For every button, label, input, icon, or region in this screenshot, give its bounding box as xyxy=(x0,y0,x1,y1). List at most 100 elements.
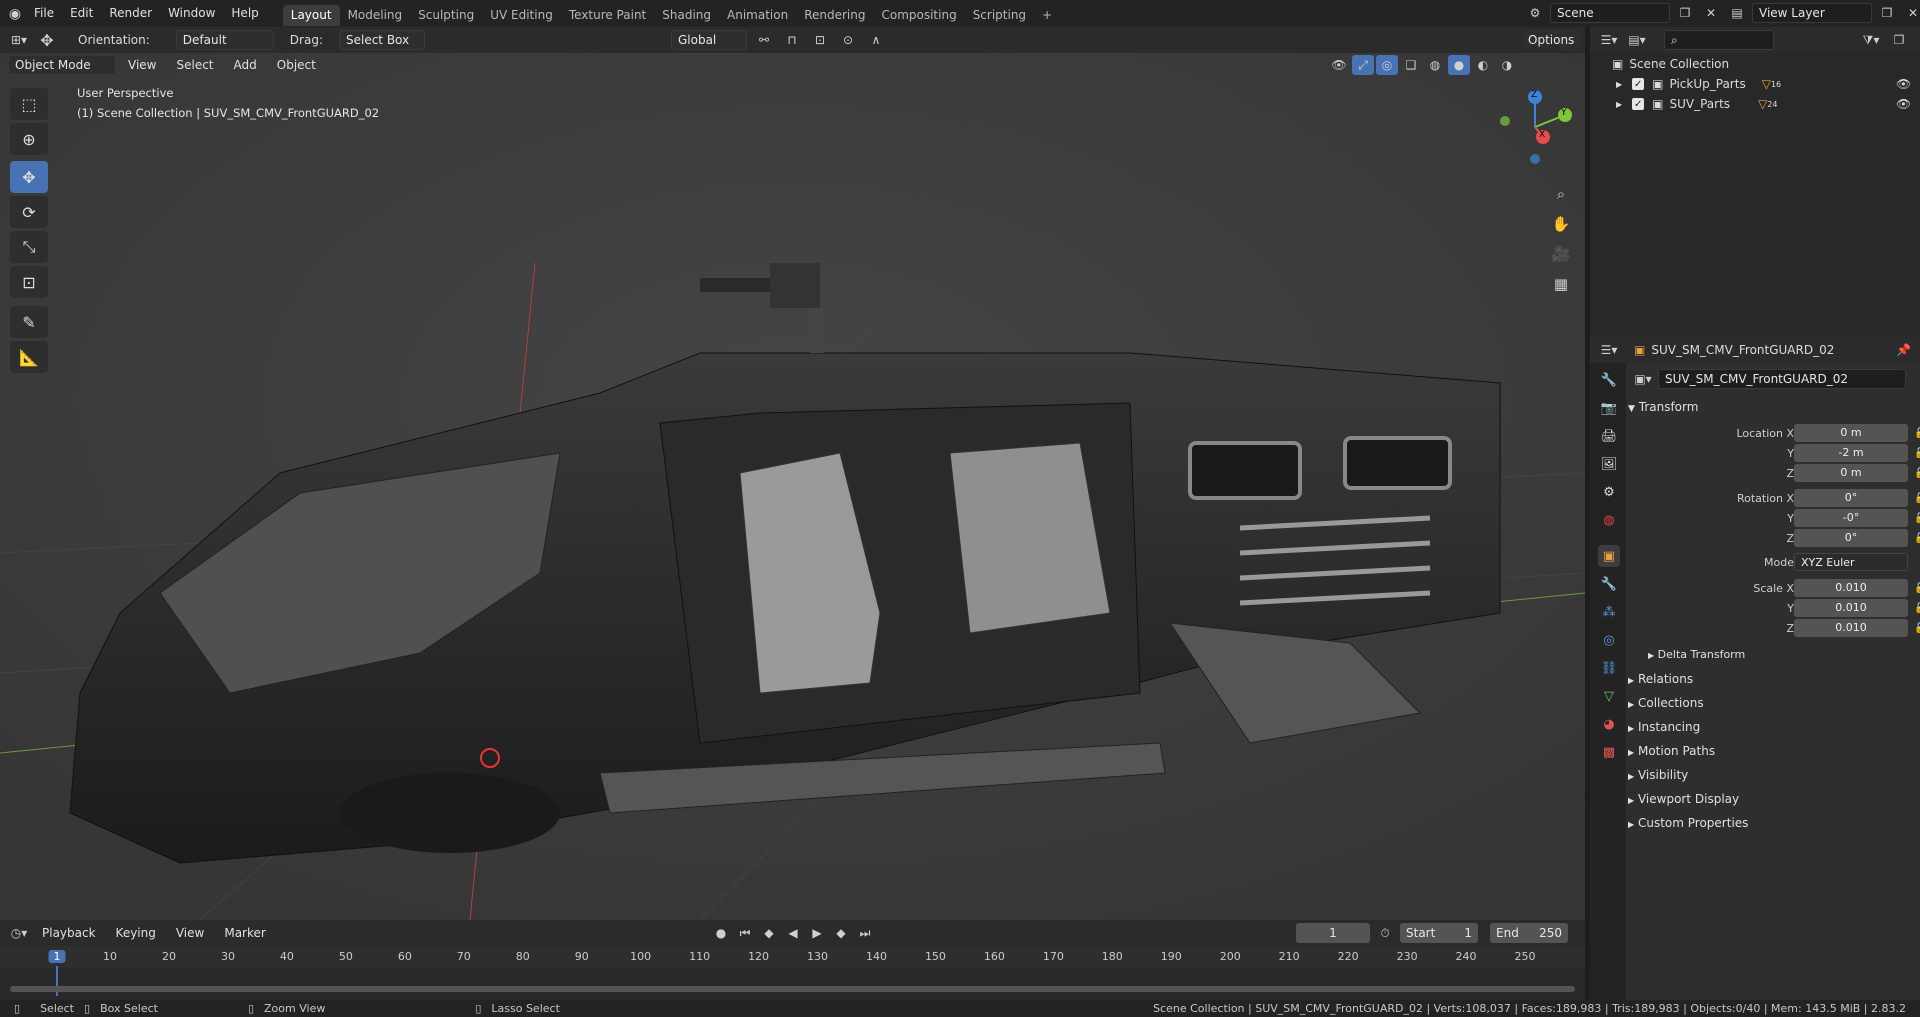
view-layer-tab-icon[interactable]: 🖼 xyxy=(1598,453,1620,475)
constraints-tab-icon[interactable]: ⛓ xyxy=(1598,657,1620,679)
annotate-tool-icon[interactable]: ✎ xyxy=(10,306,48,338)
menu-keying[interactable]: Keying xyxy=(108,920,164,946)
scene-icon[interactable]: ⚙ xyxy=(1524,3,1546,23)
world-tab-icon[interactable]: ◍ xyxy=(1598,509,1620,531)
location-z-field[interactable]: 0 m xyxy=(1794,464,1908,482)
display-mode-icon[interactable]: ▤▾ xyxy=(1626,30,1648,50)
jump-end-icon[interactable]: ⏭ xyxy=(854,923,876,943)
play-reverse-icon[interactable]: ◀ xyxy=(782,923,804,943)
overlay-toggle-icon[interactable]: ◎ xyxy=(1376,55,1398,75)
view-layer-field[interactable]: View Layer xyxy=(1752,3,1872,23)
measure-tool-icon[interactable]: 📐 xyxy=(10,341,48,373)
lock-icon[interactable]: 🔓 xyxy=(1914,448,1920,459)
tab-modeling[interactable]: Modeling xyxy=(340,5,411,26)
outliner-search-input[interactable]: ⌕ xyxy=(1664,30,1774,50)
delete-view-layer-icon[interactable]: ✕ xyxy=(1902,3,1920,23)
zoom-icon[interactable]: ⌕ xyxy=(1548,181,1574,207)
tab-animation[interactable]: Animation xyxy=(719,5,796,26)
render-tab-icon[interactable]: 📷 xyxy=(1598,397,1620,419)
start-frame-field[interactable]: Start 1 xyxy=(1400,923,1478,943)
expand-arrow-icon[interactable]: ▶ xyxy=(1616,100,1622,109)
menu-add[interactable]: Add xyxy=(226,53,265,77)
select-box-tool-icon[interactable]: ⬚ xyxy=(10,88,48,120)
end-frame-field[interactable]: End 250 xyxy=(1490,923,1568,943)
eye-icon[interactable]: 👁 xyxy=(1896,77,1911,91)
pivot-icon[interactable]: ⚯ xyxy=(753,30,775,50)
delete-scene-icon[interactable]: ✕ xyxy=(1700,3,1722,23)
tool-tab-icon[interactable]: 🔧 xyxy=(1598,369,1620,391)
stopwatch-icon[interactable]: ⏱ xyxy=(1374,923,1396,943)
timeline-type-icon[interactable]: ◷▾ xyxy=(8,923,30,943)
outliner-scene-collection[interactable]: ▣ Scene Collection xyxy=(1590,54,1920,74)
menu-object[interactable]: Object xyxy=(269,53,324,77)
menu-file[interactable]: File xyxy=(26,0,62,27)
properties-type-icon[interactable]: ☰▾ xyxy=(1598,340,1620,360)
menu-marker[interactable]: Marker xyxy=(216,920,273,946)
view-layer-icon[interactable]: ▤ xyxy=(1726,3,1748,23)
3d-viewport[interactable]: User Perspective (1) Scene Collection | … xyxy=(0,53,1585,920)
data-tab-icon[interactable]: ▽ xyxy=(1598,685,1620,707)
menu-view[interactable]: View xyxy=(120,53,164,77)
camera-view-icon[interactable]: 🎥 xyxy=(1548,241,1574,267)
menu-window[interactable]: Window xyxy=(160,0,223,27)
expand-arrow-icon[interactable]: ▶ xyxy=(1616,80,1622,89)
move-tool-button-icon[interactable]: ✥ xyxy=(10,161,48,193)
scale-y-field[interactable]: 0.010 xyxy=(1794,599,1908,617)
wireframe-shading-icon[interactable]: ◍ xyxy=(1424,55,1446,75)
options-button[interactable]: Options xyxy=(1522,30,1581,50)
cursor-tool-icon[interactable]: ⊕ xyxy=(10,123,48,155)
lock-icon[interactable]: 🔓 xyxy=(1914,623,1920,634)
delta-transform-header[interactable]: ▶ Delta Transform xyxy=(1648,644,1920,666)
timeline-scrollbar[interactable] xyxy=(10,986,1575,992)
outliner-item-suv-parts[interactable]: ▶ ✓ ▣ SUV_Parts ▽ 24 👁 xyxy=(1590,94,1920,114)
orientation-select[interactable]: Default xyxy=(175,30,274,50)
particles-tab-icon[interactable]: ⁂ xyxy=(1598,601,1620,623)
section-visibility[interactable]: ▶ Visibility xyxy=(1628,764,1920,786)
section-relations[interactable]: ▶ Relations xyxy=(1628,668,1920,690)
lock-icon[interactable]: 🔓 xyxy=(1914,583,1920,594)
gizmo-toggle-icon[interactable]: ⤢ xyxy=(1352,55,1374,75)
tab-scripting[interactable]: Scripting xyxy=(965,5,1034,26)
material-shading-icon[interactable]: ◐ xyxy=(1472,55,1494,75)
tab-rendering[interactable]: Rendering xyxy=(796,5,873,26)
rotation-x-field[interactable]: 0° xyxy=(1794,489,1908,507)
section-instancing[interactable]: ▶ Instancing xyxy=(1628,716,1920,738)
outliner-type-icon[interactable]: ☰▾ xyxy=(1598,30,1620,50)
tab-uv-editing[interactable]: UV Editing xyxy=(482,5,561,26)
falloff-icon[interactable]: ∧ xyxy=(865,30,887,50)
solid-shading-icon[interactable]: ● xyxy=(1448,55,1470,75)
scale-z-field[interactable]: 0.010 xyxy=(1794,619,1908,637)
material-tab-icon[interactable]: ◕ xyxy=(1598,713,1620,735)
proportional-edit-icon[interactable]: ⊙ xyxy=(837,30,859,50)
rotate-tool-icon[interactable]: ⟳ xyxy=(10,196,48,228)
scene-tab-icon[interactable]: ⚙ xyxy=(1598,481,1620,503)
menu-select[interactable]: Select xyxy=(168,53,221,77)
lock-icon[interactable]: 🔓 xyxy=(1914,603,1920,614)
lock-icon[interactable]: 🔓 xyxy=(1914,513,1920,524)
lock-icon[interactable]: 🔓 xyxy=(1914,428,1920,439)
tab-layout[interactable]: Layout xyxy=(282,4,340,26)
next-keyframe-icon[interactable]: ◆ xyxy=(830,923,852,943)
checkbox[interactable]: ✓ xyxy=(1632,98,1645,110)
scale-tool-icon[interactable]: ⤡ xyxy=(10,231,48,263)
physics-tab-icon[interactable]: ◎ xyxy=(1598,629,1620,651)
transform-section-header[interactable]: ▼ Transform xyxy=(1628,396,1920,418)
rotation-z-field[interactable]: 0° xyxy=(1794,529,1908,547)
menu-edit[interactable]: Edit xyxy=(62,0,101,27)
tab-sculpting[interactable]: Sculpting xyxy=(410,5,482,26)
tab-shading[interactable]: Shading xyxy=(654,5,719,26)
filter-icon[interactable]: ⧩▾ xyxy=(1860,30,1882,50)
section-custom-properties[interactable]: ▶ Custom Properties xyxy=(1628,812,1920,834)
checkbox[interactable]: ✓ xyxy=(1632,78,1645,90)
lock-icon[interactable]: 🔓 xyxy=(1914,493,1920,504)
outliner-item-pickup-parts[interactable]: ▶ ✓ ▣ PickUp_Parts ▽ 16 👁 xyxy=(1590,74,1920,94)
drag-select[interactable]: Select Box xyxy=(338,30,425,50)
section-motion-paths[interactable]: ▶ Motion Paths xyxy=(1628,740,1920,762)
new-collection-icon[interactable]: ❐ xyxy=(1888,30,1910,50)
tab-texture-paint[interactable]: Texture Paint xyxy=(561,5,654,26)
mode-select[interactable]: Object Mode xyxy=(8,55,116,75)
pin-icon[interactable]: 📌 xyxy=(1896,343,1911,357)
xray-icon[interactable]: ❑ xyxy=(1400,55,1422,75)
menu-playback[interactable]: Playback xyxy=(34,920,104,946)
rendered-shading-icon[interactable]: ◑ xyxy=(1496,55,1518,75)
